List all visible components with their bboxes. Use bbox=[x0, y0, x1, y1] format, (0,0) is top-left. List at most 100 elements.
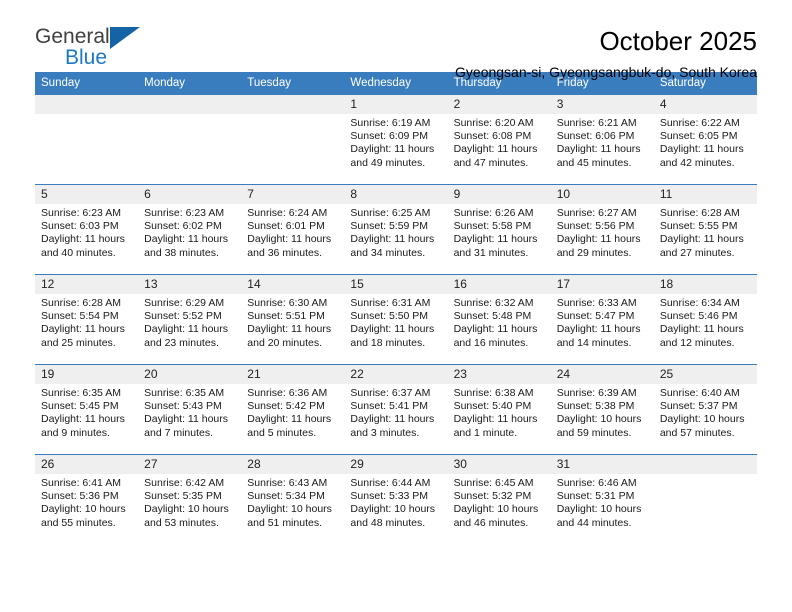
calendar-day-cell[interactable]: 9 Sunrise: 6:26 AM Sunset: 5:58 PM Daylight… bbox=[447, 184, 551, 275]
calendar-day-cell[interactable]: 3 Sunrise: 6:21 AM Sunset: 6:06 PM Daylight… bbox=[550, 94, 654, 185]
calendar-day-cell[interactable]: 7 Sunrise: 6:24 AM Sunset: 6:01 PM Daylight… bbox=[241, 184, 345, 275]
sunset-text: Sunset: 6:08 PM bbox=[453, 130, 532, 143]
sunset-text: Sunset: 5:33 PM bbox=[350, 490, 429, 503]
day-cell-content: 4 Sunrise: 6:22 AM Sunset: 6:05 PM Daylight… bbox=[653, 95, 757, 184]
daylight-text-line1: Daylight: 11 hours bbox=[247, 413, 332, 426]
daylight-text-line1: Daylight: 11 hours bbox=[453, 143, 538, 156]
sunrise-text: Sunrise: 6:33 AM bbox=[556, 297, 637, 309]
calendar-day-cell[interactable]: 18 Sunrise: 6:34 AM Sunset: 5:46 PM Dayligh… bbox=[653, 274, 757, 365]
calendar-day-cell[interactable]: 29 Sunrise: 6:44 AM Sunset: 5:33 PM Dayligh… bbox=[344, 454, 448, 544]
day-sun-info: Sunrise: 6:35 AM Sunset: 5:45 PM Daylight:… bbox=[35, 384, 138, 440]
daylight-text-line2: and 9 minutes. bbox=[41, 426, 110, 439]
calendar-day-cell[interactable]: 4 Sunrise: 6:22 AM Sunset: 6:05 PM Daylight… bbox=[653, 94, 757, 185]
sunrise-text: Sunrise: 6:42 AM bbox=[144, 477, 225, 489]
sunrise-text: Sunrise: 6:35 AM bbox=[41, 387, 121, 399]
day-cell-content: 11 Sunrise: 6:28 AM Sunset: 5:55 PM Dayligh… bbox=[653, 185, 757, 274]
sunset-text: Sunset: 5:38 PM bbox=[556, 400, 635, 413]
calendar-day-cell[interactable]: 13 Sunrise: 6:29 AM Sunset: 5:52 PM Dayligh… bbox=[138, 274, 242, 365]
sunset-text: Sunset: 5:34 PM bbox=[247, 490, 325, 503]
daylight-text-line1: Daylight: 10 hours bbox=[659, 413, 745, 426]
daylight-text-line2: and 18 minutes. bbox=[350, 336, 426, 349]
calendar-day-cell[interactable]: 2 Sunrise: 6:20 AM Sunset: 6:08 PM Daylight… bbox=[447, 94, 551, 185]
day-number: 23 bbox=[447, 365, 551, 384]
general-blue-logo[interactable]: General Blue bbox=[35, 26, 155, 76]
calendar-day-cell[interactable]: 6 Sunrise: 6:23 AM Sunset: 6:02 PM Daylight… bbox=[138, 184, 242, 275]
calendar-day-cell[interactable]: 16 Sunrise: 6:32 AM Sunset: 5:48 PM Dayligh… bbox=[447, 274, 551, 365]
calendar-page: General Blue October 2025 Gyeongsan-si, … bbox=[0, 0, 792, 612]
calendar-day-cell[interactable]: 22 Sunrise: 6:37 AM Sunset: 5:41 PM Dayligh… bbox=[344, 364, 448, 455]
day-number: 29 bbox=[344, 455, 448, 474]
day-sun-info: Sunrise: 6:23 AM Sunset: 6:03 PM Daylight:… bbox=[35, 204, 138, 260]
sunset-text: Sunset: 5:47 PM bbox=[556, 310, 635, 323]
daylight-text-line2: and 40 minutes. bbox=[41, 246, 116, 259]
sunset-text: Sunset: 5:32 PM bbox=[453, 490, 532, 503]
calendar-week-row: 26 Sunrise: 6:41 AM Sunset: 5:36 PM Dayligh… bbox=[35, 454, 757, 544]
daylight-text-line2: and 14 minutes. bbox=[556, 336, 632, 349]
day-cell-content: 8 Sunrise: 6:25 AM Sunset: 5:59 PM Daylight… bbox=[344, 185, 448, 274]
calendar-day-cell[interactable]: 25 Sunrise: 6:40 AM Sunset: 5:37 PM Dayligh… bbox=[653, 364, 757, 455]
calendar-week-row: 12 Sunrise: 6:28 AM Sunset: 5:54 PM Dayligh… bbox=[35, 274, 757, 365]
sunrise-text: Sunrise: 6:45 AM bbox=[453, 477, 534, 489]
calendar-day-cell[interactable]: 23 Sunrise: 6:38 AM Sunset: 5:40 PM Dayligh… bbox=[447, 364, 551, 455]
daylight-text-line2: and 5 minutes. bbox=[247, 426, 317, 439]
day-cell-content bbox=[653, 455, 757, 544]
calendar-day-cell[interactable]: 8 Sunrise: 6:25 AM Sunset: 5:59 PM Daylight… bbox=[344, 184, 448, 275]
sunset-text: Sunset: 5:48 PM bbox=[453, 310, 532, 323]
sunset-text: Sunset: 6:03 PM bbox=[41, 220, 119, 233]
calendar-day-cell[interactable]: 14 Sunrise: 6:30 AM Sunset: 5:51 PM Dayligh… bbox=[241, 274, 345, 365]
daylight-text-line2: and 16 minutes. bbox=[453, 336, 529, 349]
calendar-day-cell[interactable]: 17 Sunrise: 6:33 AM Sunset: 5:47 PM Dayligh… bbox=[550, 274, 654, 365]
daylight-text-line2: and 45 minutes. bbox=[556, 156, 632, 169]
day-sun-info: Sunrise: 6:46 AM Sunset: 5:31 PM Daylight:… bbox=[551, 474, 654, 530]
day-number: 26 bbox=[35, 455, 139, 474]
daylight-text-line1: Daylight: 10 hours bbox=[247, 503, 332, 516]
calendar-day-cell[interactable]: 20 Sunrise: 6:35 AM Sunset: 5:43 PM Dayligh… bbox=[138, 364, 242, 455]
daylight-text-line1: Daylight: 11 hours bbox=[144, 413, 228, 426]
day-sun-info: Sunrise: 6:28 AM Sunset: 5:54 PM Daylight:… bbox=[35, 294, 138, 350]
day-cell-content: 2 Sunrise: 6:20 AM Sunset: 6:08 PM Daylight… bbox=[447, 95, 551, 184]
daylight-text-line2: and 34 minutes. bbox=[350, 246, 426, 259]
calendar-day-cell[interactable]: 31 Sunrise: 6:46 AM Sunset: 5:31 PM Dayligh… bbox=[550, 454, 654, 544]
calendar-day-cell[interactable]: 15 Sunrise: 6:31 AM Sunset: 5:50 PM Dayligh… bbox=[344, 274, 448, 365]
calendar-week-row: 5 Sunrise: 6:23 AM Sunset: 6:03 PM Daylight… bbox=[35, 184, 757, 275]
calendar-day-cell[interactable]: 28 Sunrise: 6:43 AM Sunset: 5:34 PM Dayligh… bbox=[241, 454, 345, 544]
sunrise-text: Sunrise: 6:25 AM bbox=[350, 207, 431, 219]
calendar-day-cell[interactable]: 10 Sunrise: 6:27 AM Sunset: 5:56 PM Dayligh… bbox=[550, 184, 654, 275]
calendar-day-cell[interactable]: 21 Sunrise: 6:36 AM Sunset: 5:42 PM Dayligh… bbox=[241, 364, 345, 455]
sunset-text: Sunset: 5:41 PM bbox=[350, 400, 429, 413]
day-cell-content bbox=[241, 95, 345, 184]
daylight-text-line2: and 1 minute. bbox=[453, 426, 518, 439]
sunset-text: Sunset: 6:05 PM bbox=[659, 130, 738, 143]
day-cell-content: 28 Sunrise: 6:43 AM Sunset: 5:34 PM Dayligh… bbox=[241, 455, 345, 544]
daylight-text-line2: and 3 minutes. bbox=[350, 426, 420, 439]
day-number: 18 bbox=[653, 275, 757, 294]
calendar-day-cell[interactable]: 30 Sunrise: 6:45 AM Sunset: 5:32 PM Dayligh… bbox=[447, 454, 551, 544]
daylight-text-line2: and 48 minutes. bbox=[350, 516, 426, 529]
day-number: 4 bbox=[653, 95, 757, 114]
day-sun-info: Sunrise: 6:44 AM Sunset: 5:33 PM Daylight:… bbox=[344, 474, 447, 530]
calendar-day-cell[interactable]: 27 Sunrise: 6:42 AM Sunset: 5:35 PM Dayligh… bbox=[138, 454, 242, 544]
daylight-text-line2: and 23 minutes. bbox=[144, 336, 219, 349]
calendar-day-cell[interactable]: 24 Sunrise: 6:39 AM Sunset: 5:38 PM Dayligh… bbox=[550, 364, 654, 455]
day-number: 1 bbox=[344, 95, 448, 114]
daylight-text-line1: Daylight: 11 hours bbox=[144, 323, 228, 336]
day-cell-content: 23 Sunrise: 6:38 AM Sunset: 5:40 PM Dayligh… bbox=[447, 365, 551, 454]
calendar-day-cell[interactable]: 12 Sunrise: 6:28 AM Sunset: 5:54 PM Dayligh… bbox=[35, 274, 139, 365]
day-sun-info: Sunrise: 6:39 AM Sunset: 5:38 PM Daylight:… bbox=[551, 384, 654, 440]
sunrise-text: Sunrise: 6:44 AM bbox=[350, 477, 431, 489]
day-cell-content: 19 Sunrise: 6:35 AM Sunset: 5:45 PM Dayligh… bbox=[35, 365, 139, 454]
day-sun-info: Sunrise: 6:30 AM Sunset: 5:51 PM Daylight:… bbox=[241, 294, 344, 350]
sunset-text: Sunset: 5:35 PM bbox=[144, 490, 222, 503]
day-cell-content: 27 Sunrise: 6:42 AM Sunset: 5:35 PM Dayligh… bbox=[138, 455, 242, 544]
calendar-day-cell[interactable]: 19 Sunrise: 6:35 AM Sunset: 5:45 PM Dayligh… bbox=[35, 364, 139, 455]
daylight-text-line2: and 55 minutes. bbox=[41, 516, 116, 529]
calendar-day-cell[interactable]: 26 Sunrise: 6:41 AM Sunset: 5:36 PM Dayligh… bbox=[35, 454, 139, 544]
sunset-text: Sunset: 5:31 PM bbox=[556, 490, 635, 503]
daylight-text-line1: Daylight: 11 hours bbox=[453, 233, 538, 246]
calendar-day-cell[interactable]: 5 Sunrise: 6:23 AM Sunset: 6:03 PM Daylight… bbox=[35, 184, 139, 275]
calendar-day-cell[interactable]: 11 Sunrise: 6:28 AM Sunset: 5:55 PM Dayligh… bbox=[653, 184, 757, 275]
daylight-text-line2: and 38 minutes. bbox=[144, 246, 219, 259]
day-sun-info: Sunrise: 6:31 AM Sunset: 5:50 PM Daylight:… bbox=[344, 294, 447, 350]
day-sun-info: Sunrise: 6:21 AM Sunset: 6:06 PM Daylight:… bbox=[551, 114, 654, 170]
calendar-day-cell[interactable]: 1 Sunrise: 6:19 AM Sunset: 6:09 PM Daylight… bbox=[344, 94, 448, 185]
